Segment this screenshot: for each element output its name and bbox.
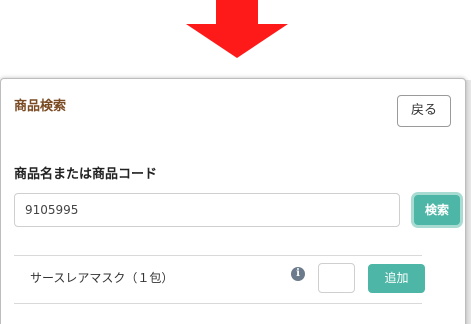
back-button[interactable]: 戻る xyxy=(397,95,451,127)
modal-title: 商品検索 xyxy=(14,99,67,114)
red-down-arrow-icon xyxy=(186,0,288,58)
quantity-input[interactable] xyxy=(318,263,355,293)
info-icon[interactable]: i xyxy=(291,267,305,281)
list-item: サースレアマスク（１包） i 追加 xyxy=(14,255,434,303)
search-input[interactable]: 9105995 xyxy=(14,193,400,227)
product-name: サースレアマスク（１包） xyxy=(30,271,174,285)
search-label: 商品名または商品コード xyxy=(14,167,158,182)
add-button[interactable]: 追加 xyxy=(368,264,425,293)
search-button[interactable]: 検索 xyxy=(414,195,460,225)
product-search-modal: 商品検索 戻る 商品名または商品コード 9105995 検索 サースレアマスク（… xyxy=(0,78,466,324)
results-list: サースレアマスク（１包） i 追加 xyxy=(14,235,452,324)
page: 商品検索 戻る 商品名または商品コード 9105995 検索 サースレアマスク（… xyxy=(0,0,471,324)
divider xyxy=(14,303,422,304)
